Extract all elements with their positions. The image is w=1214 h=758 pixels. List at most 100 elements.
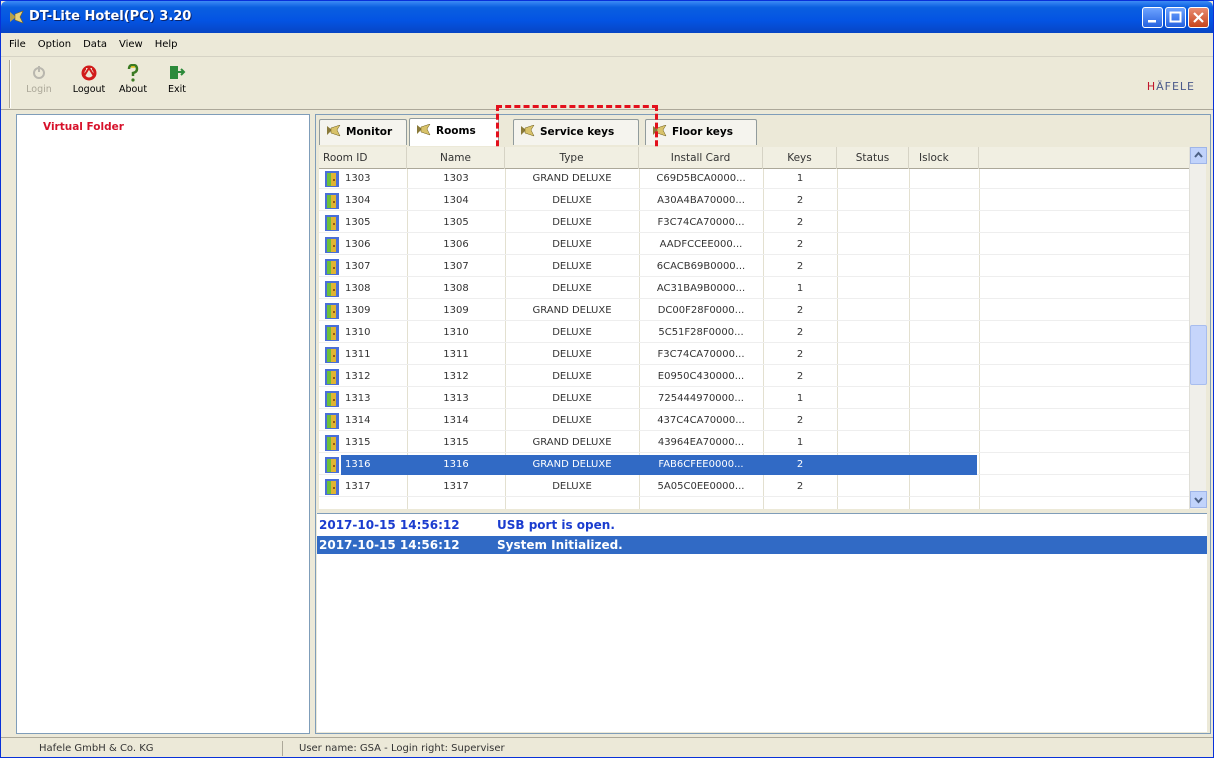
log-time: 2017-10-15 14:56:12 <box>319 538 460 552</box>
header-room-id[interactable]: Room ID <box>319 147 407 169</box>
table-row[interactable]: 1311 1311 DELUXE F3C74CA70000... 2 <box>319 345 1189 365</box>
chevron-up-icon <box>1194 151 1203 158</box>
cell-type: DELUXE <box>552 415 592 426</box>
tab-floor-keys[interactable]: Floor keys <box>645 119 757 145</box>
close-button[interactable] <box>1188 7 1209 28</box>
scroll-thumb[interactable] <box>1190 325 1207 385</box>
menu-file[interactable]: File <box>1 33 30 50</box>
table-row[interactable]: 1307 1307 DELUXE 6CACB69B0000... 2 <box>319 257 1189 277</box>
key-icon <box>327 125 341 137</box>
rooms-table[interactable]: Room ID Name Type Install Card Keys Stat… <box>319 147 1189 509</box>
cell-name: 1317 <box>443 481 469 492</box>
cell-type: GRAND DELUXE <box>532 305 612 316</box>
toolbar-separator <box>9 60 11 108</box>
log-time: 2017-10-15 14:56:12 <box>319 518 460 532</box>
cell-status <box>837 191 909 211</box>
table-row[interactable]: 1308 1308 DELUXE AC31BA9B0000... 1 <box>319 279 1189 299</box>
maximize-button[interactable] <box>1165 7 1186 28</box>
cell-name: 1316 <box>443 459 469 470</box>
cell-type: DELUXE <box>552 481 592 492</box>
brand-text: ÄFELE <box>1156 80 1195 93</box>
cell-install-card: 5A05C0EE0000... <box>657 481 745 492</box>
header-status[interactable]: Status <box>837 147 909 169</box>
cell-islock <box>909 477 979 497</box>
room-door-icon <box>325 413 339 429</box>
cell-type: GRAND DELUXE <box>532 459 612 470</box>
status-user: User name: GSA - Login right: Superviser <box>299 743 505 754</box>
event-log[interactable]: 2017-10-15 14:56:12 USB port is open. 20… <box>317 513 1207 732</box>
cell-islock <box>909 455 979 475</box>
tree-root-virtual-folder[interactable]: Virtual Folder <box>43 121 124 133</box>
table-row[interactable]: 1317 1317 DELUXE 5A05C0EE0000... 2 <box>319 477 1189 497</box>
title-bar[interactable]: DT-Lite Hotel(PC) 3.20 <box>1 1 1213 33</box>
cell-keys: 2 <box>796 195 804 206</box>
header-name[interactable]: Name <box>407 147 505 169</box>
cell-keys: 1 <box>796 173 804 184</box>
cell-install-card: 6CACB69B0000... <box>656 261 746 272</box>
cell-status <box>837 389 909 409</box>
cell-room-id: 1313 <box>345 393 371 404</box>
cell-name: 1308 <box>443 283 469 294</box>
tab-service-keys[interactable]: Service keys <box>513 119 639 145</box>
table-row[interactable]: 1310 1310 DELUXE 5C51F28F0000... 2 <box>319 323 1189 343</box>
table-row[interactable]: 1313 1313 DELUXE 725444970000... 1 <box>319 389 1189 409</box>
log-entry[interactable]: 2017-10-15 14:56:12 USB port is open. <box>317 516 1207 534</box>
cell-install-card: C69D5BCA0000... <box>656 173 746 184</box>
menu-help[interactable]: Help <box>147 33 182 50</box>
table-row[interactable]: 1305 1305 DELUXE F3C74CA70000... 2 <box>319 213 1189 233</box>
chevron-down-icon <box>1194 497 1203 504</box>
key-icon <box>521 125 535 137</box>
cell-name: 1311 <box>443 349 469 360</box>
header-type[interactable]: Type <box>505 147 639 169</box>
folder-tree[interactable]: Virtual Folder <box>16 114 310 734</box>
room-door-icon <box>325 435 339 451</box>
minimize-button[interactable] <box>1142 7 1163 28</box>
header-keys[interactable]: Keys <box>763 147 837 169</box>
cell-islock <box>909 235 979 255</box>
header-install-card[interactable]: Install Card <box>639 147 763 169</box>
cell-type: DELUXE <box>552 195 592 206</box>
login-icon <box>33 66 45 79</box>
cell-room-id: 1310 <box>345 327 371 338</box>
header-islock[interactable]: Islock <box>909 147 979 169</box>
cell-room-id: 1305 <box>345 217 371 228</box>
tab-monitor[interactable]: Monitor <box>319 119 407 145</box>
room-door-icon <box>325 457 339 473</box>
about-button[interactable]: About <box>115 62 151 106</box>
table-row-selected[interactable]: 1316 1316 GRAND DELUXE FAB6CFEE0000... 2 <box>319 455 1189 475</box>
menu-data[interactable]: Data <box>75 33 111 50</box>
menu-view[interactable]: View <box>111 33 147 50</box>
table-row[interactable]: 1304 1304 DELUXE A30A4BA70000... 2 <box>319 191 1189 211</box>
table-row[interactable]: 1312 1312 DELUXE E0950C430000... 2 <box>319 367 1189 387</box>
logout-button[interactable]: Logout <box>71 62 107 106</box>
room-door-icon <box>325 391 339 407</box>
scroll-up-button[interactable] <box>1190 147 1207 164</box>
login-label: Login <box>26 84 52 95</box>
table-row[interactable]: 1309 1309 GRAND DELUXE DC00F28F0000... 2 <box>319 301 1189 321</box>
scroll-down-button[interactable] <box>1190 491 1207 508</box>
exit-button[interactable]: Exit <box>159 62 195 106</box>
cell-status <box>837 345 909 365</box>
table-row[interactable]: 1315 1315 GRAND DELUXE 43964EA70000... 1 <box>319 433 1189 453</box>
menu-option[interactable]: Option <box>30 33 75 50</box>
table-row[interactable]: 1306 1306 DELUXE AADFCCEE000... 2 <box>319 235 1189 255</box>
cell-install-card: F3C74CA70000... <box>657 217 745 228</box>
table-row[interactable]: 1303 1303 GRAND DELUXE C69D5BCA0000... 1 <box>319 169 1189 189</box>
cell-status <box>837 323 909 343</box>
cell-name: 1306 <box>443 239 469 250</box>
window-title: DT-Lite Hotel(PC) 3.20 <box>29 9 192 24</box>
tab-rooms-label: Rooms <box>436 125 476 137</box>
room-door-icon <box>325 479 339 495</box>
app-icon <box>10 10 24 24</box>
login-button[interactable]: Login <box>21 62 57 106</box>
room-door-icon <box>325 281 339 297</box>
table-scrollbar[interactable] <box>1189 147 1207 509</box>
cell-type: GRAND DELUXE <box>532 173 612 184</box>
table-row[interactable]: 1314 1314 DELUXE 437C4CA70000... 2 <box>319 411 1189 431</box>
tab-rooms[interactable]: Rooms <box>409 118 499 146</box>
room-door-icon <box>325 369 339 385</box>
toolbar: Login Logout About Exit HÄFELE <box>1 58 1213 110</box>
exit-label: Exit <box>168 84 186 95</box>
log-entry-selected[interactable]: 2017-10-15 14:56:12 System Initialized. <box>317 536 1207 554</box>
cell-status <box>837 235 909 255</box>
